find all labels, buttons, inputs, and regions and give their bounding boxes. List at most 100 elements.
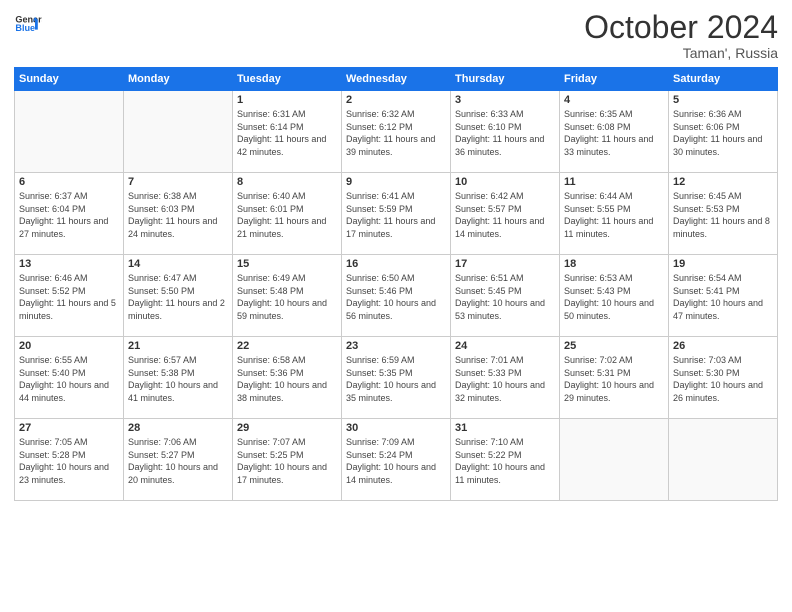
day-number: 12 bbox=[673, 176, 773, 188]
calendar-day-cell: 22 Sunrise: 6:58 AM Sunset: 5:36 PM Dayli… bbox=[233, 337, 342, 419]
calendar-day-cell: 18 Sunrise: 6:53 AM Sunset: 5:43 PM Dayli… bbox=[560, 255, 669, 337]
day-number: 16 bbox=[346, 258, 446, 270]
day-info: Sunrise: 6:57 AM Sunset: 5:38 PM Dayligh… bbox=[128, 354, 228, 404]
day-info: Sunrise: 7:02 AM Sunset: 5:31 PM Dayligh… bbox=[564, 354, 664, 404]
day-info: Sunrise: 6:54 AM Sunset: 5:41 PM Dayligh… bbox=[673, 272, 773, 322]
calendar-day-header: Thursday bbox=[451, 68, 560, 91]
title-block: October 2024 Taman', Russia bbox=[584, 10, 778, 61]
day-number: 5 bbox=[673, 94, 773, 106]
day-info: Sunrise: 6:38 AM Sunset: 6:03 PM Dayligh… bbox=[128, 190, 228, 240]
calendar-day-cell bbox=[124, 91, 233, 173]
calendar-day-cell: 15 Sunrise: 6:49 AM Sunset: 5:48 PM Dayli… bbox=[233, 255, 342, 337]
day-number: 4 bbox=[564, 94, 664, 106]
calendar-day-cell: 24 Sunrise: 7:01 AM Sunset: 5:33 PM Dayli… bbox=[451, 337, 560, 419]
calendar-day-cell: 7 Sunrise: 6:38 AM Sunset: 6:03 PM Daylig… bbox=[124, 173, 233, 255]
day-number: 31 bbox=[455, 422, 555, 434]
day-info: Sunrise: 7:09 AM Sunset: 5:24 PM Dayligh… bbox=[346, 436, 446, 486]
day-number: 11 bbox=[564, 176, 664, 188]
day-info: Sunrise: 6:36 AM Sunset: 6:06 PM Dayligh… bbox=[673, 108, 773, 158]
day-info: Sunrise: 6:33 AM Sunset: 6:10 PM Dayligh… bbox=[455, 108, 555, 158]
calendar-day-cell: 14Sunrise: 6:47 AM Sunset: 5:50 PM Dayli… bbox=[124, 255, 233, 337]
calendar-day-cell: 8Sunrise: 6:40 AM Sunset: 6:01 PM Daylig… bbox=[233, 173, 342, 255]
day-number: 27 bbox=[19, 422, 119, 434]
day-number: 25 bbox=[564, 340, 664, 352]
calendar-day-cell: 6 Sunrise: 6:37 AM Sunset: 6:04 PM Daylig… bbox=[15, 173, 124, 255]
day-info: Sunrise: 6:55 AM Sunset: 5:40 PM Dayligh… bbox=[19, 354, 119, 404]
calendar-table: SundayMondayTuesdayWednesdayThursdayFrid… bbox=[14, 67, 778, 501]
day-number: 10 bbox=[455, 176, 555, 188]
calendar-week-row: 27 Sunrise: 7:05 AM Sunset: 5:28 PM Dayli… bbox=[15, 419, 778, 501]
day-number: 30 bbox=[346, 422, 446, 434]
day-info: Sunrise: 6:45 AM Sunset: 5:53 PM Dayligh… bbox=[673, 190, 773, 240]
svg-text:Blue: Blue bbox=[15, 23, 35, 33]
calendar-day-cell: 26 Sunrise: 7:03 AM Sunset: 5:30 PM Dayli… bbox=[669, 337, 778, 419]
calendar-day-cell: 30 Sunrise: 7:09 AM Sunset: 5:24 PM Dayli… bbox=[342, 419, 451, 501]
calendar-day-cell: 4Sunrise: 6:35 AM Sunset: 6:08 PM Daylig… bbox=[560, 91, 669, 173]
day-info: Sunrise: 6:53 AM Sunset: 5:43 PM Dayligh… bbox=[564, 272, 664, 322]
calendar-day-cell: 19Sunrise: 6:54 AM Sunset: 5:41 PM Dayli… bbox=[669, 255, 778, 337]
calendar-day-cell: 27 Sunrise: 7:05 AM Sunset: 5:28 PM Dayli… bbox=[15, 419, 124, 501]
calendar-header-row: SundayMondayTuesdayWednesdayThursdayFrid… bbox=[15, 68, 778, 91]
calendar-day-cell: 21Sunrise: 6:57 AM Sunset: 5:38 PM Dayli… bbox=[124, 337, 233, 419]
calendar-week-row: 6 Sunrise: 6:37 AM Sunset: 6:04 PM Daylig… bbox=[15, 173, 778, 255]
day-info: Sunrise: 7:01 AM Sunset: 5:33 PM Dayligh… bbox=[455, 354, 555, 404]
day-number: 26 bbox=[673, 340, 773, 352]
day-info: Sunrise: 6:59 AM Sunset: 5:35 PM Dayligh… bbox=[346, 354, 446, 404]
day-info: Sunrise: 6:41 AM Sunset: 5:59 PM Dayligh… bbox=[346, 190, 446, 240]
calendar-day-cell: 12 Sunrise: 6:45 AM Sunset: 5:53 PM Dayli… bbox=[669, 173, 778, 255]
calendar-day-cell: 23 Sunrise: 6:59 AM Sunset: 5:35 PM Dayli… bbox=[342, 337, 451, 419]
day-info: Sunrise: 6:46 AM Sunset: 5:52 PM Dayligh… bbox=[19, 272, 119, 322]
calendar-day-cell: 5 Sunrise: 6:36 AM Sunset: 6:06 PM Daylig… bbox=[669, 91, 778, 173]
day-number: 3 bbox=[455, 94, 555, 106]
day-number: 8 bbox=[237, 176, 337, 188]
day-info: Sunrise: 6:47 AM Sunset: 5:50 PM Dayligh… bbox=[128, 272, 228, 322]
day-number: 24 bbox=[455, 340, 555, 352]
calendar-day-cell bbox=[15, 91, 124, 173]
logo-icon: General Blue bbox=[14, 10, 42, 38]
day-number: 15 bbox=[237, 258, 337, 270]
day-info: Sunrise: 6:32 AM Sunset: 6:12 PM Dayligh… bbox=[346, 108, 446, 158]
day-number: 9 bbox=[346, 176, 446, 188]
day-number: 20 bbox=[19, 340, 119, 352]
calendar-day-cell: 17Sunrise: 6:51 AM Sunset: 5:45 PM Dayli… bbox=[451, 255, 560, 337]
location-subtitle: Taman', Russia bbox=[584, 45, 778, 61]
day-info: Sunrise: 6:44 AM Sunset: 5:55 PM Dayligh… bbox=[564, 190, 664, 240]
month-title: October 2024 bbox=[584, 10, 778, 45]
page: General Blue October 2024 Taman', Russia… bbox=[0, 0, 792, 612]
calendar-day-header: Monday bbox=[124, 68, 233, 91]
calendar-day-cell: 20 Sunrise: 6:55 AM Sunset: 5:40 PM Dayli… bbox=[15, 337, 124, 419]
calendar-day-header: Saturday bbox=[669, 68, 778, 91]
calendar-day-cell: 2Sunrise: 6:32 AM Sunset: 6:12 PM Daylig… bbox=[342, 91, 451, 173]
calendar-day-cell: 28Sunrise: 7:06 AM Sunset: 5:27 PM Dayli… bbox=[124, 419, 233, 501]
calendar-day-header: Friday bbox=[560, 68, 669, 91]
calendar-day-cell: 1Sunrise: 6:31 AM Sunset: 6:14 PM Daylig… bbox=[233, 91, 342, 173]
calendar-day-cell: 29 Sunrise: 7:07 AM Sunset: 5:25 PM Dayli… bbox=[233, 419, 342, 501]
calendar-day-header: Tuesday bbox=[233, 68, 342, 91]
day-info: Sunrise: 6:58 AM Sunset: 5:36 PM Dayligh… bbox=[237, 354, 337, 404]
calendar-day-cell: 10 Sunrise: 6:42 AM Sunset: 5:57 PM Dayli… bbox=[451, 173, 560, 255]
calendar-day-cell bbox=[560, 419, 669, 501]
day-number: 22 bbox=[237, 340, 337, 352]
calendar-day-cell: 3 Sunrise: 6:33 AM Sunset: 6:10 PM Daylig… bbox=[451, 91, 560, 173]
day-number: 13 bbox=[19, 258, 119, 270]
calendar-day-header: Sunday bbox=[15, 68, 124, 91]
day-info: Sunrise: 7:05 AM Sunset: 5:28 PM Dayligh… bbox=[19, 436, 119, 486]
day-info: Sunrise: 6:37 AM Sunset: 6:04 PM Dayligh… bbox=[19, 190, 119, 240]
day-number: 23 bbox=[346, 340, 446, 352]
day-info: Sunrise: 7:03 AM Sunset: 5:30 PM Dayligh… bbox=[673, 354, 773, 404]
day-info: Sunrise: 6:42 AM Sunset: 5:57 PM Dayligh… bbox=[455, 190, 555, 240]
day-info: Sunrise: 7:07 AM Sunset: 5:25 PM Dayligh… bbox=[237, 436, 337, 486]
calendar-week-row: 1Sunrise: 6:31 AM Sunset: 6:14 PM Daylig… bbox=[15, 91, 778, 173]
calendar-week-row: 20 Sunrise: 6:55 AM Sunset: 5:40 PM Dayli… bbox=[15, 337, 778, 419]
calendar-day-cell bbox=[669, 419, 778, 501]
day-number: 29 bbox=[237, 422, 337, 434]
calendar-day-header: Wednesday bbox=[342, 68, 451, 91]
calendar-day-cell: 31 Sunrise: 7:10 AM Sunset: 5:22 PM Dayli… bbox=[451, 419, 560, 501]
day-number: 6 bbox=[19, 176, 119, 188]
calendar-day-cell: 16Sunrise: 6:50 AM Sunset: 5:46 PM Dayli… bbox=[342, 255, 451, 337]
day-info: Sunrise: 6:49 AM Sunset: 5:48 PM Dayligh… bbox=[237, 272, 337, 322]
day-info: Sunrise: 7:10 AM Sunset: 5:22 PM Dayligh… bbox=[455, 436, 555, 486]
day-number: 18 bbox=[564, 258, 664, 270]
day-info: Sunrise: 6:51 AM Sunset: 5:45 PM Dayligh… bbox=[455, 272, 555, 322]
day-number: 7 bbox=[128, 176, 228, 188]
